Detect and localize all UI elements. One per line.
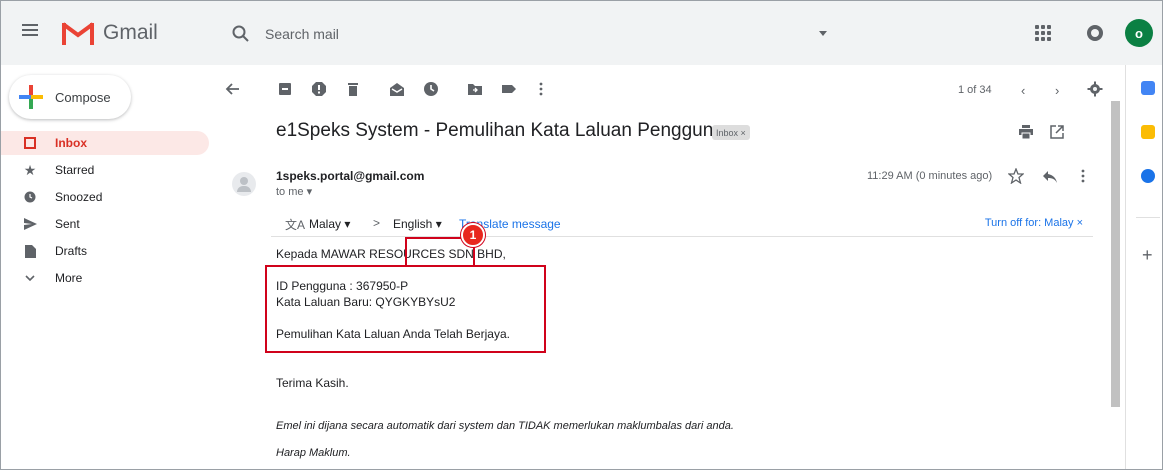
sidebar-item-sent[interactable]: Sent (1, 212, 211, 236)
move-to-icon[interactable] (467, 81, 483, 97)
archive-icon[interactable] (277, 81, 293, 97)
snooze-icon[interactable] (423, 81, 439, 97)
inbox-icon (23, 136, 37, 150)
settings-gear-icon[interactable] (1087, 81, 1103, 97)
callout-number-badge: 1 (461, 223, 485, 247)
compose-plus-icon (19, 85, 43, 109)
account-avatar[interactable]: o (1125, 19, 1153, 47)
open-new-window-icon[interactable] (1050, 125, 1064, 139)
pagination-count: 1 of 34 (958, 84, 992, 96)
more-options-icon[interactable] (533, 81, 549, 97)
sidebar-item-drafts[interactable]: Drafts (1, 239, 211, 263)
sidebar-item-label: Drafts (55, 244, 88, 258)
tasks-icon[interactable] (1141, 169, 1155, 183)
draft-icon (23, 244, 37, 258)
sidebar-item-more[interactable]: More (1, 266, 211, 290)
print-icon[interactable] (1019, 125, 1033, 139)
sidebar-item-label: More (55, 271, 83, 285)
search-bar[interactable] (219, 12, 841, 56)
delete-icon[interactable] (345, 81, 361, 97)
source-language-dropdown[interactable]: Malay ▾ (309, 217, 350, 231)
gmail-m-icon (61, 22, 95, 45)
label-icon[interactable] (501, 81, 517, 97)
side-panel: + (1125, 65, 1162, 469)
sidebar-item-label: Inbox (55, 136, 87, 150)
send-icon (23, 217, 37, 231)
star-icon: ★ (23, 161, 37, 178)
inbox-label-chip[interactable]: Inbox × (712, 125, 750, 140)
sidebar-item-inbox[interactable]: Inbox (1, 131, 209, 155)
recipient-details-toggle[interactable]: to me ▾ (276, 185, 312, 198)
app-name: Gmail (103, 21, 158, 44)
add-addon-icon[interactable]: + (1142, 245, 1153, 266)
compose-label: Compose (55, 89, 111, 105)
message-toolbar: 1 of 34 ‹ › (213, 73, 1113, 107)
translate-icon: 文A (285, 218, 306, 232)
turn-off-translation-link[interactable]: Turn off for: Malay × (985, 217, 1083, 229)
notifications-icon[interactable] (1087, 25, 1103, 41)
email-thanks: Terima Kasih. (276, 376, 349, 390)
gmail-window: Gmail o Compose Inbox ★ (0, 0, 1163, 470)
calendar-icon[interactable] (1141, 81, 1155, 95)
side-panel-divider (1136, 217, 1160, 218)
report-spam-icon[interactable] (311, 81, 327, 97)
star-toggle-icon[interactable] (1008, 168, 1024, 184)
sidebar-item-label: Sent (55, 217, 80, 231)
email-subject: e1Speks System - Pemulihan Kata Laluan P… (276, 120, 724, 141)
newer-chevron-icon[interactable]: ‹ (1021, 83, 1025, 98)
main-menu-icon[interactable] (19, 21, 41, 43)
search-icon[interactable] (231, 24, 251, 44)
chevron-down-icon (23, 271, 37, 285)
sidebar-item-snoozed[interactable]: Snoozed (1, 185, 211, 209)
message-scrollbar[interactable] (1111, 101, 1120, 407)
search-options-icon[interactable] (819, 31, 827, 36)
back-arrow-icon[interactable] (225, 81, 241, 97)
gmail-logo[interactable]: Gmail (61, 17, 158, 49)
sidebar-nav: Inbox ★ Starred Snoozed Sent Drafts More (1, 131, 211, 293)
sidebar-item-label: Snoozed (55, 190, 103, 204)
keep-icon[interactable] (1141, 125, 1155, 139)
sender-email[interactable]: 1speks.portal@gmail.com (276, 169, 424, 183)
callout-highlight-box (265, 265, 546, 353)
message-timestamp: 11:29 AM (0 minutes ago) (867, 170, 993, 182)
email-closing: Harap Maklum. (276, 447, 351, 459)
sidebar-item-starred[interactable]: ★ Starred (1, 158, 211, 182)
translate-bar: 文A Malay ▾ > English ▾ Translate message… (271, 211, 1093, 237)
top-header: Gmail o (1, 1, 1162, 65)
email-auto-note: Emel ini dijana secara automatik dari sy… (276, 420, 734, 432)
search-input[interactable] (265, 26, 785, 42)
translate-arrow: > (373, 216, 381, 230)
target-language-dropdown[interactable]: English ▾ (393, 217, 442, 231)
sender-avatar (232, 172, 256, 196)
compose-button[interactable]: Compose (9, 75, 131, 119)
message-more-icon[interactable] (1081, 168, 1085, 184)
apps-grid-icon[interactable] (1035, 25, 1051, 41)
older-chevron-icon[interactable]: › (1055, 83, 1059, 98)
mark-unread-icon[interactable] (389, 81, 405, 97)
reply-icon[interactable] (1042, 170, 1058, 184)
clock-icon (23, 190, 37, 204)
sidebar-item-label: Starred (55, 163, 95, 177)
